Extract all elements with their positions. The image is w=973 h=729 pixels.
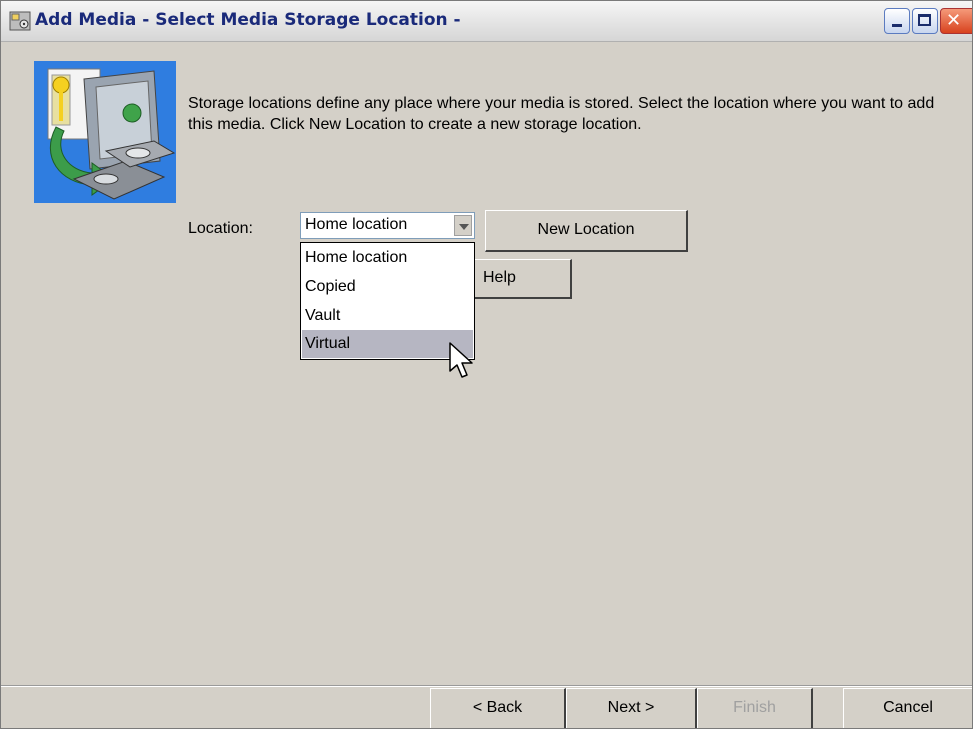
storage-vault-icon <box>34 61 176 203</box>
maximize-button[interactable] <box>912 8 938 34</box>
close-icon: ✕ <box>946 10 962 31</box>
next-label: Next > <box>607 699 655 716</box>
location-option-home[interactable]: Home location <box>302 244 473 272</box>
minimize-icon <box>892 24 902 27</box>
title-bar[interactable]: Add Media - Select Media Storage Locatio… <box>1 1 972 42</box>
finish-button[interactable]: Finish <box>697 688 813 728</box>
location-label: Location: <box>188 220 253 237</box>
next-button[interactable]: Next > <box>566 688 697 728</box>
location-combobox[interactable]: Home location <box>300 212 475 239</box>
location-option-vault[interactable]: Vault <box>302 302 473 330</box>
new-location-button[interactable]: New Location <box>485 210 688 252</box>
footer-separator <box>1 685 972 687</box>
description-text: Storage locations define any place where… <box>188 95 935 133</box>
dropdown-arrow-icon[interactable] <box>454 215 472 236</box>
location-selected-value: Home location <box>305 216 408 233</box>
media-disk-icon <box>9 11 31 31</box>
mouse-pointer-icon <box>449 342 473 378</box>
location-option-copied[interactable]: Copied <box>302 273 473 301</box>
cancel-label: Cancel <box>883 699 933 716</box>
help-button[interactable]: Help <box>474 259 572 299</box>
window-title: Add Media - Select Media Storage Locatio… <box>35 10 461 30</box>
add-media-dialog: Add Media - Select Media Storage Locatio… <box>0 0 973 729</box>
help-label: Help <box>483 269 516 286</box>
finish-label: Finish <box>733 699 776 716</box>
close-button[interactable]: ✕ <box>940 8 972 34</box>
back-label: < Back <box>472 699 523 716</box>
new-location-label: New Location <box>537 221 635 238</box>
cancel-button[interactable]: Cancel <box>843 688 972 728</box>
back-button[interactable]: < Back <box>430 688 566 728</box>
maximize-icon <box>918 14 931 26</box>
minimize-button[interactable] <box>884 8 910 34</box>
